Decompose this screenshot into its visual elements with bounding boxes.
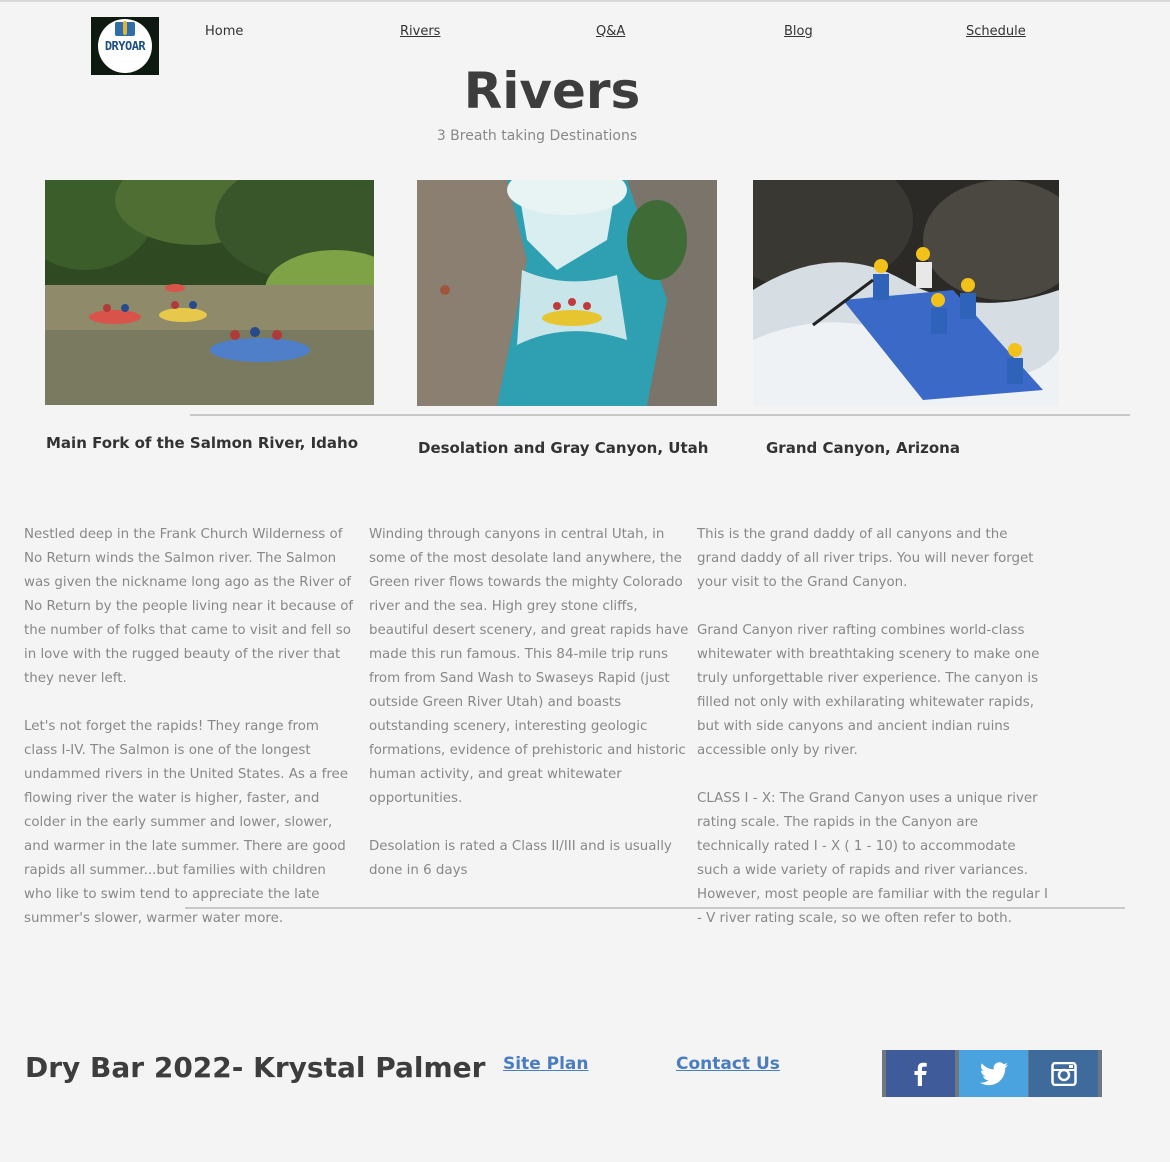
grand-canyon-photo xyxy=(753,180,1059,406)
salmon-river-photo xyxy=(45,180,374,405)
desolation-canyon-photo xyxy=(417,180,717,406)
logo-wordmark: DRYOAR xyxy=(104,39,146,53)
river-name-desolation: Desolation and Gray Canyon, Utah xyxy=(418,439,709,457)
instagram-icon xyxy=(1050,1061,1077,1086)
nav-qa[interactable]: Q&A xyxy=(596,24,625,39)
nav-schedule[interactable]: Schedule xyxy=(966,24,1026,39)
facebook-icon xyxy=(914,1062,927,1086)
top-border xyxy=(0,0,1170,2)
instagram-button[interactable] xyxy=(1029,1050,1098,1097)
twitter-button[interactable] xyxy=(959,1050,1028,1097)
paragraph: Grand Canyon river rafting combines worl… xyxy=(697,623,1040,758)
nav-home[interactable]: Home xyxy=(205,24,243,39)
paragraph: This is the grand daddy of all canyons a… xyxy=(697,527,1034,590)
river-name-grand-canyon: Grand Canyon, Arizona xyxy=(766,439,960,457)
logo-oar xyxy=(123,21,127,35)
contact-us-link[interactable]: Contact Us xyxy=(676,1054,780,1074)
paragraph: Desolation is rated a Class II/III and i… xyxy=(369,839,672,878)
river-description-desolation: Winding through canyons in central Utah,… xyxy=(369,523,691,907)
twitter-icon xyxy=(979,1061,1008,1085)
paragraph: Let's not forget the rapids! They range … xyxy=(24,719,349,926)
section-divider-bottom xyxy=(185,907,1125,909)
footer-title: Dry Bar 2022- Krystal Palmer xyxy=(25,1051,486,1084)
river-name-salmon: Main Fork of the Salmon River, Idaho xyxy=(46,434,359,452)
page-subtitle: 3 Breath taking Destinations xyxy=(436,128,638,144)
page-title: Rivers xyxy=(463,62,641,120)
social-links xyxy=(882,1050,1102,1097)
nav-rivers[interactable]: Rivers xyxy=(400,24,440,39)
paragraph: Nestled deep in the Frank Church Wildern… xyxy=(24,527,354,686)
river-description-grand-canyon: This is the grand daddy of all canyons a… xyxy=(697,523,1049,955)
paragraph: Winding through canyons in central Utah,… xyxy=(369,527,689,806)
section-divider-top xyxy=(190,414,1130,416)
river-description-salmon: Nestled deep in the Frank Church Wildern… xyxy=(24,523,354,955)
facebook-button[interactable] xyxy=(886,1050,955,1097)
paragraph: CLASS I - X: The Grand Canyon uses a uni… xyxy=(697,791,1048,926)
nav-blog[interactable]: Blog xyxy=(784,24,813,39)
site-plan-link[interactable]: Site Plan xyxy=(503,1054,589,1074)
